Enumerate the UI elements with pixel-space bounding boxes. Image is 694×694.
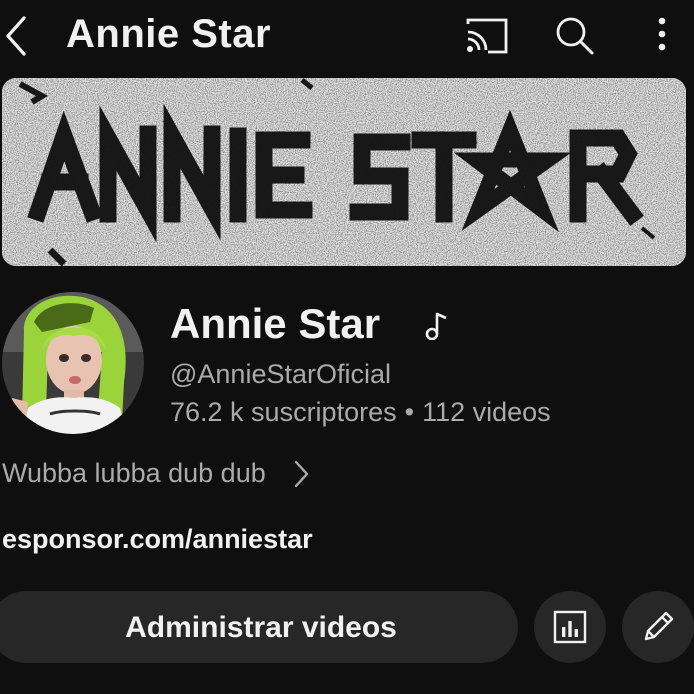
edit-button[interactable] [622,591,694,663]
page-title: Annie Star [66,12,272,56]
avatar-image [2,292,144,434]
channel-description[interactable]: Wubba lubba dub dub [2,458,310,498]
analytics-icon [553,610,587,644]
analytics-button[interactable] [534,591,606,663]
search-icon [556,17,594,55]
channel-stats: 76.2 k suscriptores • 112 videos [170,397,551,428]
stats-separator: • [404,397,415,427]
channel-link[interactable]: esponsor.com/anniestar [2,524,313,555]
pencil-icon [644,611,674,641]
more-options-button[interactable] [640,14,684,58]
banner-image [2,78,686,266]
channel-banner[interactable] [2,78,686,266]
channel-avatar[interactable] [2,292,144,434]
music-note-icon [422,310,450,341]
chevron-right-icon [294,460,309,487]
channel-name: Annie Star [170,300,381,347]
cast-button[interactable] [464,14,508,58]
cast-icon [466,18,508,54]
search-button[interactable] [553,14,597,58]
manage-videos-button[interactable]: Administrar videos [0,591,518,663]
back-arrow-icon [6,16,26,56]
channel-handle: @AnnieStarOficial [170,359,391,389]
video-count: 112 videos [422,397,551,427]
back-button[interactable] [2,14,36,58]
description-text: Wubba lubba dub dub [2,458,266,488]
top-app-bar: Annie Star [0,0,694,72]
channel-page: Annie Star Annie Star @AnnieStarOficial … [0,0,694,694]
subscriber-count: 76.2 k suscriptores [170,397,397,427]
more-vertical-icon [658,17,666,51]
